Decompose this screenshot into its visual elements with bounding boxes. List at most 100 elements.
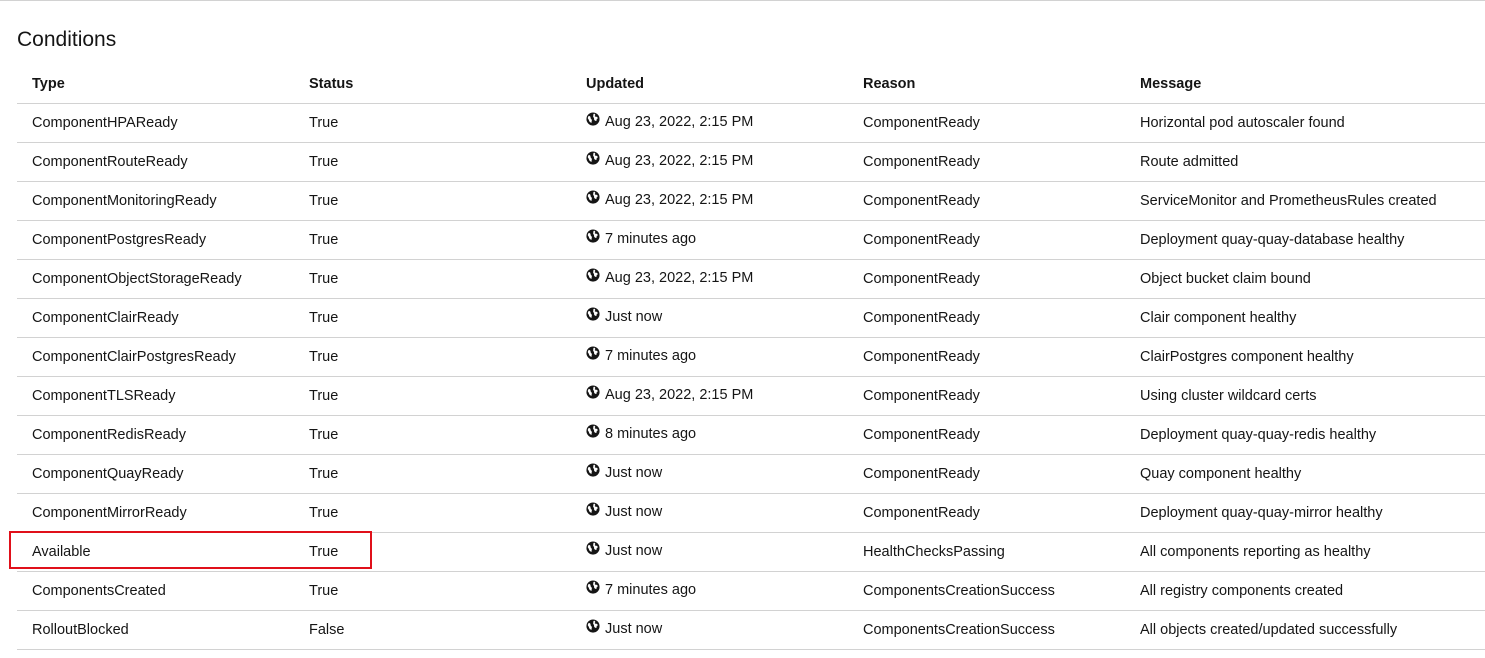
condition-type-cell: ComponentRedisReady [17, 415, 294, 455]
updated-text: Just now [605, 308, 663, 325]
condition-updated-cell: Just now [571, 298, 848, 338]
condition-status-cell: True [294, 298, 571, 338]
updated-timestamp: Aug 23, 2022, 2:15 PM [586, 111, 753, 130]
updated-timestamp: 7 minutes ago [586, 579, 697, 598]
column-header-reason: Reason [848, 64, 1125, 104]
updated-text: 7 minutes ago [605, 581, 697, 598]
globe-icon [586, 306, 600, 321]
condition-updated-cell: Aug 23, 2022, 2:15 PM [571, 181, 848, 221]
table-row: ComponentClairReady True Just now Component… [17, 298, 1485, 338]
globe-icon [586, 501, 600, 516]
condition-updated-cell: Aug 23, 2022, 2:15 PM [571, 103, 848, 143]
updated-text: 7 minutes ago [605, 230, 697, 247]
table-row: ComponentQuayReady True Just now ComponentR… [17, 454, 1485, 494]
condition-message-cell: All components reporting as healthy [1125, 532, 1485, 572]
globe-icon [586, 189, 600, 204]
updated-timestamp: 7 minutes ago [586, 345, 697, 364]
condition-type-cell: ComponentClairPostgresReady [17, 337, 294, 377]
condition-type-cell: ComponentMirrorReady [17, 493, 294, 533]
table-row: ComponentMirrorReady True Just now Componen… [17, 493, 1485, 533]
condition-type-cell: ComponentsCreated [17, 571, 294, 611]
condition-status-cell: True [294, 220, 571, 260]
table-row: ComponentClairPostgresReady True 7 minutes… [17, 337, 1485, 377]
updated-timestamp: Just now [586, 501, 663, 520]
condition-reason-cell: ComponentReady [848, 376, 1125, 416]
condition-status-cell: True [294, 337, 571, 377]
updated-timestamp: Just now [586, 462, 662, 481]
column-header-message: Message [1125, 64, 1485, 104]
table-row: ComponentObjectStorageReady True Aug 23, 2… [17, 259, 1485, 299]
updated-text: Aug 23, 2022, 2:15 PM [605, 269, 754, 286]
condition-type-cell: ComponentQuayReady [17, 454, 294, 494]
condition-reason-cell: ComponentReady [848, 298, 1125, 338]
table-row: ComponentPostgresReady True 7 minutes ago C… [17, 220, 1485, 260]
table-row: ComponentHPAReady True Aug 23, 2022, 2:15 … [17, 103, 1485, 143]
globe-icon [586, 267, 600, 282]
condition-reason-cell: ComponentReady [848, 415, 1125, 455]
column-header-updated: Updated [571, 64, 848, 104]
condition-reason-cell: HealthChecksPassing [848, 532, 1125, 572]
column-header-type: Type [17, 64, 294, 104]
condition-message-cell: All objects created/updated successfully [1125, 610, 1485, 650]
condition-updated-cell: Just now [571, 493, 848, 533]
updated-timestamp: Just now [586, 540, 663, 559]
condition-message-cell: Route admitted [1125, 142, 1485, 182]
condition-status-cell: True [294, 103, 571, 143]
table-row: ComponentMonitoringReady True Aug 23, 2022… [17, 181, 1485, 221]
table-row: ComponentsCreated True 7 minutes ago Compon… [17, 571, 1485, 611]
column-header-status: Status [294, 64, 571, 104]
condition-type-cell: ComponentPostgresReady [17, 220, 294, 260]
updated-text: Aug 23, 2022, 2:15 PM [605, 386, 754, 403]
globe-icon [586, 111, 600, 126]
updated-timestamp: Aug 23, 2022, 2:15 PM [586, 150, 754, 169]
updated-timestamp: Just now [586, 618, 663, 637]
condition-reason-cell: ComponentReady [848, 259, 1125, 299]
table-body: ComponentHPAReady True Aug 23, 2022, 2:15 … [17, 103, 1485, 650]
condition-status-cell: False [294, 610, 571, 650]
condition-message-cell: Object bucket claim bound [1125, 259, 1485, 299]
condition-type-cell: ComponentRouteReady [17, 142, 294, 182]
updated-text: Aug 23, 2022, 2:15 PM [605, 152, 754, 169]
updated-text: Just now [605, 620, 663, 637]
updated-text: 7 minutes ago [605, 347, 697, 364]
condition-updated-cell: Aug 23, 2022, 2:15 PM [571, 376, 848, 416]
condition-updated-cell: 8 minutes ago [571, 415, 848, 455]
condition-message-cell: Deployment quay-quay-database healthy [1125, 220, 1485, 260]
globe-icon [586, 540, 600, 555]
condition-message-cell: Clair component healthy [1125, 298, 1485, 338]
condition-type-cell: ComponentTLSReady [17, 376, 294, 416]
header-row: Type Status Updated Reason Message [17, 64, 1485, 104]
updated-text: Just now [605, 542, 663, 559]
updated-timestamp: 8 minutes ago [586, 423, 697, 442]
table-header: Type Status Updated Reason Message [17, 64, 1485, 104]
globe-icon [586, 618, 600, 633]
updated-text: 8 minutes ago [605, 425, 697, 442]
updated-text: Aug 23, 2022, 2:15 PM [605, 191, 754, 208]
globe-icon [586, 423, 600, 438]
condition-updated-cell: 7 minutes ago [571, 220, 848, 260]
globe-icon [586, 462, 600, 477]
condition-reason-cell: ComponentsCreationSuccess [848, 610, 1125, 650]
updated-text: Just now [605, 503, 663, 520]
updated-timestamp: Aug 23, 2022, 2:15 PM [586, 384, 754, 403]
condition-message-cell: ServiceMonitor and PrometheusRules creat… [1125, 181, 1485, 221]
condition-updated-cell: 7 minutes ago [571, 337, 848, 377]
condition-reason-cell: ComponentReady [848, 493, 1125, 533]
section-title: Conditions [17, 28, 117, 51]
table-row: Available True Just now HealthChecksPassing… [17, 532, 1485, 572]
condition-status-cell: True [294, 454, 571, 494]
condition-message-cell: ClairPostgres component healthy [1125, 337, 1485, 377]
condition-status-cell: True [294, 571, 571, 611]
condition-reason-cell: ComponentReady [848, 142, 1125, 182]
globe-icon [586, 150, 600, 165]
top-divider [0, 0, 1485, 1]
condition-updated-cell: Just now [571, 610, 848, 650]
updated-timestamp: Just now [586, 306, 663, 325]
conditions-table: Type Status Updated Reason Message Compo… [17, 64, 1485, 650]
updated-timestamp: 7 minutes ago [586, 228, 697, 247]
table-row: ComponentRedisReady True 8 minutes ago Comp… [17, 415, 1485, 455]
condition-type-cell: Available [17, 532, 294, 572]
condition-status-cell: True [294, 142, 571, 182]
globe-icon [586, 384, 600, 399]
condition-status-cell: True [294, 415, 571, 455]
